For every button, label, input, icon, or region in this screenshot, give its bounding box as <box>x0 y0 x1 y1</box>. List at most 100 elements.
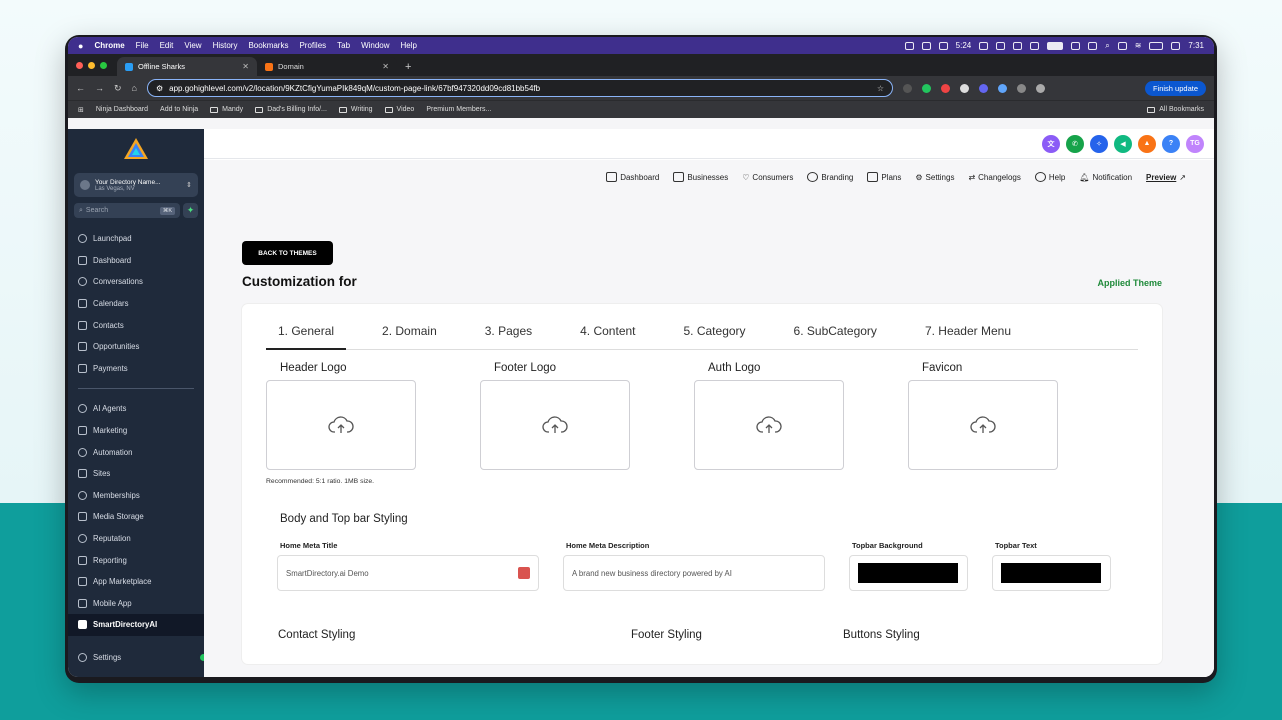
subnav-businesses[interactable]: Businesses <box>673 172 728 182</box>
bookmark-folder[interactable]: Writing <box>338 106 373 113</box>
subnav-help[interactable]: Help <box>1034 172 1065 182</box>
home-meta-title-input[interactable]: SmartDirectory.ai Demo <box>277 555 539 591</box>
extension-icon[interactable] <box>940 83 950 93</box>
back-to-themes-button[interactable]: BACK TO THEMES <box>242 241 333 265</box>
sidebar-item-launchpad[interactable]: Launchpad <box>68 228 204 250</box>
tab-domain[interactable]: 2. Domain <box>370 324 449 350</box>
extension-icon[interactable] <box>997 83 1007 93</box>
translate-icon[interactable]: 文 <box>1042 134 1060 153</box>
bookmark-folder[interactable]: Mandy <box>210 106 243 113</box>
bookmark-item[interactable]: Premium Members... <box>426 106 491 113</box>
menu-history[interactable]: History <box>213 41 238 50</box>
sidebar-item-dashboard[interactable]: Dashboard <box>68 250 204 272</box>
tab-header-menu[interactable]: 7. Header Menu <box>913 324 1023 350</box>
new-tab-icon[interactable]: + <box>405 61 411 73</box>
reload-icon[interactable]: ↻ <box>114 83 122 94</box>
extension-icon[interactable] <box>978 83 988 93</box>
extension-icon[interactable] <box>959 83 969 93</box>
password-manager-icon[interactable] <box>518 567 530 579</box>
megaphone-icon[interactable]: ◀ <box>1114 134 1132 153</box>
sidebar-item-reputation[interactable]: Reputation <box>68 528 204 550</box>
upload-dropzone[interactable] <box>694 380 844 470</box>
tab-subcategory[interactable]: 6. SubCategory <box>782 324 889 350</box>
sidebar-item-calendars[interactable]: Calendars <box>68 293 204 315</box>
tab-pages[interactable]: 3. Pages <box>473 324 544 350</box>
clock[interactable]: 7:31 <box>1188 41 1204 50</box>
subnav-notification[interactable]: 🔔︎ Notification <box>1079 173 1132 182</box>
user-avatar[interactable]: TG <box>1186 134 1204 153</box>
subnav-settings[interactable]: ⚙ Settings <box>915 173 954 182</box>
status-icon[interactable] <box>1071 41 1081 50</box>
apps-grid-icon[interactable]: ⊞ <box>78 106 84 114</box>
upload-dropzone[interactable] <box>480 380 630 470</box>
back-arrow-icon[interactable]: ← <box>76 83 85 93</box>
help-icon[interactable]: ? <box>1162 134 1180 153</box>
color-swatch[interactable] <box>1001 563 1101 583</box>
screen-share-icon[interactable] <box>1047 41 1064 50</box>
upload-dropzone[interactable] <box>908 380 1058 470</box>
status-icon[interactable] <box>1030 41 1040 50</box>
topbar-text-picker[interactable] <box>992 555 1111 591</box>
subnav-changelogs[interactable]: ⇄ Changelogs <box>968 173 1020 182</box>
bookmark-item[interactable]: Ninja Dashboard <box>96 106 148 113</box>
tab-content[interactable]: 4. Content <box>568 324 647 350</box>
sidebar-item-sites[interactable]: Sites <box>68 463 204 485</box>
tab-general[interactable]: 1. General <box>266 324 347 350</box>
sidebar-item-media-storage[interactable]: Media Storage <box>68 506 204 528</box>
battery-icon[interactable] <box>1149 41 1164 50</box>
menu-bookmarks[interactable]: Bookmarks <box>248 41 288 50</box>
subnav-preview[interactable]: Preview ↗ <box>1146 173 1186 182</box>
quick-action-icon[interactable]: ✦ <box>183 203 198 218</box>
address-bar[interactable]: ⚙ app.gohighlevel.com/v2/location/9KZtCf… <box>146 79 893 97</box>
sidebar-item-reporting[interactable]: Reporting <box>68 549 204 571</box>
profile-avatar-icon[interactable] <box>1035 83 1045 93</box>
account-switcher[interactable]: Your Directory Name... Las Vegas, NV ⇕ <box>74 173 198 197</box>
subnav-plans[interactable]: Plans <box>867 172 901 182</box>
status-icon[interactable] <box>921 41 931 50</box>
sidebar-item-mobile-app[interactable]: Mobile App <box>68 593 204 615</box>
home-icon[interactable]: ⌂ <box>132 83 137 93</box>
status-icon[interactable] <box>979 41 989 50</box>
maximize-window-icon[interactable] <box>100 61 107 69</box>
subnav-branding[interactable]: Branding <box>807 172 853 182</box>
timer-readout[interactable]: 5:24 <box>956 41 972 50</box>
sidebar-item-ai-agents[interactable]: AI Agents <box>68 398 204 420</box>
sidebar-item-marketing[interactable]: Marketing <box>68 420 204 442</box>
sidebar-item-automation[interactable]: Automation <box>68 441 204 463</box>
status-icon[interactable] <box>938 41 948 50</box>
control-center-icon[interactable] <box>1171 41 1181 50</box>
sidebar-item-settings[interactable]: Settings <box>68 647 204 667</box>
bookmark-item[interactable]: Add to Ninja <box>160 106 198 113</box>
extension-icon[interactable] <box>902 83 912 93</box>
phone-icon[interactable]: ✆ <box>1066 134 1084 153</box>
status-icon[interactable] <box>1013 41 1023 50</box>
forward-arrow-icon[interactable]: → <box>95 83 104 93</box>
magic-wand-icon[interactable]: ✧ <box>1090 134 1108 153</box>
minimize-window-icon[interactable] <box>88 61 95 69</box>
apple-icon[interactable]: ● <box>78 41 83 51</box>
color-swatch[interactable] <box>858 563 958 583</box>
sidebar-item-payments[interactable]: Payments <box>68 358 204 380</box>
sidebar-item-opportunities[interactable]: Opportunities <box>68 336 204 358</box>
menu-help[interactable]: Help <box>401 41 417 50</box>
extension-icon[interactable] <box>921 83 931 93</box>
applied-theme-link[interactable]: Applied Theme <box>1097 278 1162 288</box>
app-logo[interactable] <box>68 129 204 169</box>
subnav-consumers[interactable]: ♡ Consumers <box>742 173 793 182</box>
upload-dropzone[interactable] <box>266 380 416 470</box>
search-input[interactable]: ⌕ Search ⌘K <box>74 203 180 218</box>
search-icon[interactable]: ⌕ <box>1105 41 1109 51</box>
menu-tab[interactable]: Tab <box>337 41 350 50</box>
site-info-icon[interactable]: ⚙ <box>156 84 163 93</box>
sidebar-item-contacts[interactable]: Contacts <box>68 314 204 336</box>
status-icon[interactable] <box>1088 41 1098 50</box>
browser-tab[interactable]: Domain ✕ <box>257 57 397 76</box>
subnav-dashboard[interactable]: Dashboard <box>606 172 659 182</box>
status-icon[interactable] <box>996 41 1006 50</box>
menu-profiles[interactable]: Profiles <box>299 41 326 50</box>
menu-file[interactable]: File <box>136 41 149 50</box>
menu-view[interactable]: View <box>184 41 201 50</box>
bookmark-folder[interactable]: Dad's Billing Info/... <box>255 106 327 113</box>
browser-tab[interactable]: Offline Sharks ✕ <box>117 57 257 76</box>
url-text[interactable]: app.gohighlevel.com/v2/location/9KZtCfig… <box>169 84 540 93</box>
